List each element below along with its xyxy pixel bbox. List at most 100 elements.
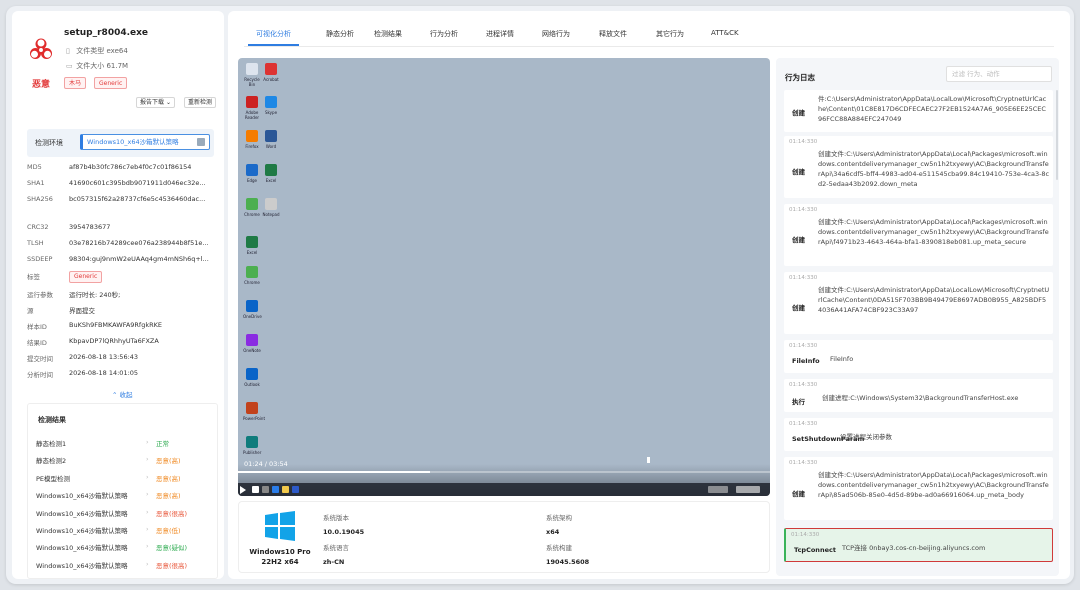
result-status: 恶意(很高) [156, 561, 188, 570]
log-entry[interactable]: 01:14:330 创建 创建文件:C:\Users\Administrator\A… [784, 136, 1053, 198]
desktop-app-label: Recycle Bin [244, 77, 260, 87]
result-row[interactable]: Windows10_x64沙箱默认策略 › 恶意(很高) [28, 504, 219, 521]
chevron-up-icon: ⌃ [112, 391, 118, 399]
tab-7[interactable]: 其它行为 [656, 29, 684, 39]
log-detail: 件:C:\Users\Administrator\AppData\LocalLo… [818, 95, 1047, 123]
result-row[interactable]: Windows10_x64沙箱默认策略 › 恶意(疑似) [28, 538, 219, 555]
log-entry[interactable]: 01:14:330 执行 创建进程:C:\Windows\System32\Back… [784, 379, 1053, 412]
tag-generic: Generic [94, 77, 128, 89]
log-action: 创建 [792, 168, 805, 176]
result-row[interactable]: Windows10_x64沙箱默认策略 › 恶意(很高) [28, 556, 219, 573]
log-time: 01:14:330 [789, 460, 818, 466]
tab-5[interactable]: 网络行为 [542, 29, 570, 39]
sys-lang-value: zh-CN [323, 558, 345, 566]
env-label: 检测环境 [35, 139, 63, 147]
log-entry[interactable]: 01:14:330 TcpConnect TCP连接 0nbay3.cos-cn-b… [784, 528, 1053, 562]
copy-icon[interactable] [197, 138, 205, 146]
chevron-right-icon: › [146, 490, 149, 499]
tab-3[interactable]: 行为分析 [430, 29, 458, 39]
detail-key: SSDEEP [27, 255, 53, 263]
sys-arch: 系统架构 x64 [546, 512, 572, 536]
log-entry[interactable]: 01:14:330 SetShutdownParam 设置进程关闭参数 [784, 418, 1053, 451]
desktop-app-label: Publisher [243, 450, 262, 455]
result-row[interactable]: Windows10_x64沙箱默认策略 › 恶意(高) [28, 573, 219, 579]
app-frame: 恶意 setup_r8004.exe ▯ 文件类型 exe64 ▭ 文件大小 6… [6, 6, 1074, 584]
result-status: 恶意(低) [156, 527, 181, 535]
main-panel: 可视化分析 静态分析 检测结果 行为分析 进程详情 网络行为 释放文件 其它行为 ATT&CK … [228, 11, 1070, 579]
log-detail: 创建文件:C:\Users\Administrator\AppData\Loca… [818, 218, 1049, 246]
detail-value: 98304:guj9nmW2eUAAq4gm4mNSh6q+l... [69, 255, 209, 263]
tab-0[interactable]: 可视化分析 [248, 29, 299, 46]
detail-value: 2026-08-18 13:56:43 [69, 353, 139, 361]
log-entry[interactable]: 01:14:330 创建 创建文件:C:\Users\Administrator\A… [784, 272, 1053, 334]
result-row[interactable]: 静态检测2 › 恶意(高) [28, 451, 219, 468]
result-row[interactable]: 静态检测1 › 正常 [28, 434, 219, 451]
log-time: 01:14:330 [789, 139, 818, 145]
result-name: Windows10_x64沙箱默认策略 [36, 527, 128, 535]
desktop-app-icon [246, 402, 258, 414]
desktop-app-icon [265, 198, 277, 210]
detail-value: 运行时长: 240秒; [69, 291, 121, 299]
detail-key: SHA1 [27, 179, 45, 187]
tab-6[interactable]: 释放文件 [599, 29, 627, 39]
env-select[interactable]: Windows10_x64沙箱默认策略 [80, 134, 210, 150]
result-row[interactable]: Windows10_x64沙箱默认策略 › 恶意(高) [28, 486, 219, 503]
chevron-right-icon: › [146, 472, 149, 481]
tab-2[interactable]: 检测结果 [374, 29, 402, 39]
desktop-app-label: Firefox [245, 144, 259, 149]
log-action: 创建 [792, 109, 805, 117]
desktop-app-label: Chrome [244, 212, 260, 217]
env-value: Windows10_x64沙箱默认策略 [87, 138, 179, 146]
result-status: 正常 [156, 440, 169, 448]
video-progress-bar[interactable] [238, 471, 770, 473]
collapse-button[interactable]: ⌃ 收起 [112, 389, 133, 399]
log-detail: 创建文件:C:\Users\Administrator\AppData\Loca… [818, 150, 1050, 188]
recheck-button[interactable]: 重新检测 [184, 97, 217, 108]
chevron-right-icon: › [146, 438, 149, 446]
desktop-app-label: Adobe Reader [244, 110, 260, 120]
desktop-app-label: PowerPoint [243, 416, 266, 421]
result-row[interactable]: Windows10_x64沙箱默认策略 › 恶意(低) [28, 521, 219, 538]
video-time: 01:24 / 03:54 [244, 460, 288, 468]
chevron-down-icon: ⌄ [165, 99, 171, 106]
desktop-app-icon [246, 334, 258, 346]
taskbar [238, 483, 770, 496]
report-download-button[interactable]: 报告下载 ⌄ [136, 97, 175, 108]
chevron-right-icon: › [146, 542, 149, 551]
result-name: Windows10_x64沙箱默认策略 [36, 577, 128, 579]
log-time: 01:14:330 [789, 275, 818, 281]
desktop-app-label: OneDrive [243, 314, 262, 319]
log-entry[interactable]: 01:14:330 创建 创建文件:C:\Users\Administrator\A… [784, 204, 1053, 266]
desktop-app-icon [246, 300, 258, 312]
search-icon [262, 486, 269, 493]
tab-4[interactable]: 进程详情 [486, 29, 514, 39]
file-icon: ▯ [66, 47, 70, 55]
log-scrollbar[interactable] [1056, 90, 1058, 180]
sys-build-label: 系统构建 [546, 544, 572, 552]
file-type: ▯ 文件类型 exe64 [66, 46, 128, 56]
log-entry[interactable]: 01:14:330 FileInfo FileInfo [784, 340, 1053, 373]
detection-results: 检测结果 静态检测1 › 正常 静态检测2 › 恶意(高) PE模型检测 › 恶意(高) Wind… [27, 403, 218, 579]
result-row[interactable]: PE模型检测 › 恶意(高) [28, 469, 219, 486]
os-sub-text: 22H2 x64 [261, 558, 299, 566]
log-time: 01:14:330 [789, 207, 818, 213]
detail-value: 41690c601c395bdb9071911d046ec32e... [69, 179, 206, 187]
desktop-app-label: Outlook [244, 382, 260, 387]
play-icon[interactable] [240, 486, 246, 494]
log-entry[interactable]: 创建 件:C:\Users\Administrator\AppData\Local… [784, 90, 1053, 132]
result-status: 恶意(高) [156, 457, 181, 466]
log-entry[interactable]: 01:14:330 创建 创建文件:C:\Users\Administrator\A… [784, 457, 1053, 520]
log-title: 行为日志 [785, 73, 815, 82]
result-name: PE模型检测 [36, 474, 71, 483]
sandbox-video-player[interactable]: Recycle Bin Acrobat Adobe Reader Skype Firef… [238, 58, 770, 496]
file-size-value: 61.7M [106, 62, 129, 70]
desktop-app-label: Acrobat [263, 77, 279, 82]
sys-version-value: 10.0.19045 [323, 528, 365, 536]
desktop-app-label: Excel [246, 250, 258, 255]
tab-1[interactable]: 静态分析 [326, 29, 354, 39]
collapse-label: 收起 [119, 391, 133, 399]
log-filter-input[interactable]: 过滤 行为、动作 [946, 66, 1052, 82]
chevron-right-icon: › [146, 577, 149, 579]
detail-key: 结果ID [27, 339, 47, 347]
tab-8[interactable]: ATT&CK [711, 29, 739, 37]
